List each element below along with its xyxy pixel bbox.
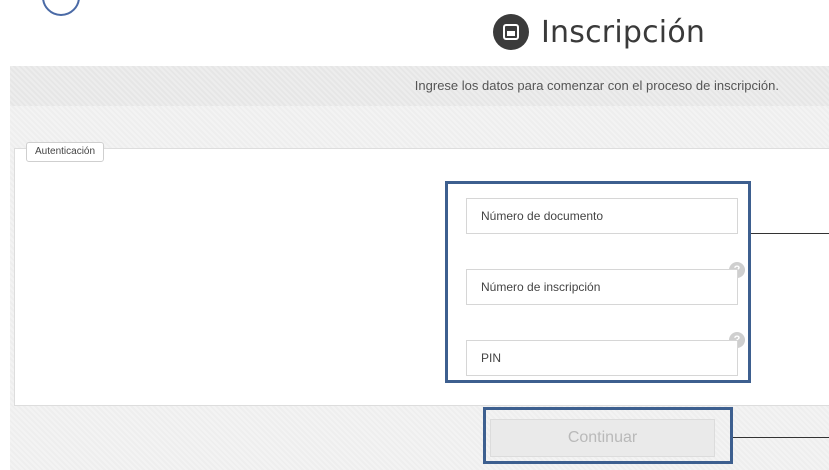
id-card-icon — [493, 14, 529, 50]
authentication-legend: Autenticación — [26, 142, 105, 162]
corner-circle-shape — [42, 0, 80, 16]
page-title: Inscripción — [541, 14, 706, 50]
button-highlight-box — [483, 407, 733, 464]
fields-pointer-line — [751, 233, 829, 234]
button-pointer-line — [733, 437, 829, 438]
enrollment-page: Inscripción Ingrese los datos para comen… — [0, 0, 829, 470]
page-header: Inscripción — [493, 10, 705, 54]
instruction-band: Ingrese los datos para comenzar con el p… — [10, 66, 829, 106]
instruction-text: Ingrese los datos para comenzar con el p… — [414, 78, 779, 93]
fields-highlight-box — [445, 181, 751, 383]
